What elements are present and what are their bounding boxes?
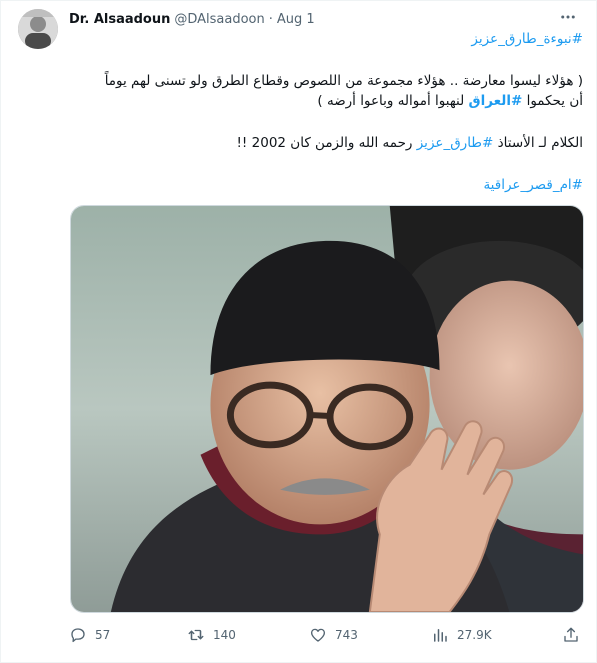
reply-button[interactable]: 57 xyxy=(69,623,110,647)
tweet-photo[interactable] xyxy=(70,205,584,613)
hashtag-link[interactable]: #نبوءة_طارق_عزيز xyxy=(471,31,583,47)
tweet-date[interactable]: Aug 1 xyxy=(277,12,315,27)
tweet-card: Dr. Alsaadoun @DAlsaadoon · Aug 1 #نبوءة… xyxy=(0,0,597,663)
photo-illustration xyxy=(71,206,583,612)
share-icon xyxy=(564,627,578,642)
more-icon xyxy=(561,15,575,19)
hashtag-link[interactable]: #ام_قصر_عراقية xyxy=(483,177,583,193)
retweet-icon xyxy=(188,629,204,641)
quote-paragraph: ( هؤلاء ليسوا معارضة .. هؤلاء مجموعة من … xyxy=(69,71,583,111)
separator-dot: · xyxy=(268,11,273,27)
attribution-start: الكلام لـ الأستاذ xyxy=(493,135,583,151)
reply-count: 57 xyxy=(95,628,111,642)
tweet-header: Dr. Alsaadoun @DAlsaadoon · Aug 1 xyxy=(69,9,315,29)
hashtag-link[interactable]: #طارق_عزيز xyxy=(417,135,494,151)
heart-icon xyxy=(310,628,326,642)
quote-line-2-end: لنهبوا أمواله وباعوا أرضه ) xyxy=(317,93,469,109)
more-options-button[interactable] xyxy=(556,7,580,27)
like-count: 743 xyxy=(335,628,358,642)
reply-icon xyxy=(71,628,85,643)
attribution-paragraph: الكلام لـ الأستاذ #طارق_عزيز رحمه الله و… xyxy=(69,133,583,153)
avatar[interactable] xyxy=(18,9,58,49)
retweet-count: 140 xyxy=(213,628,236,642)
views-icon xyxy=(434,629,447,642)
quote-line-1: ( هؤلاء ليسوا معارضة .. هؤلاء مجموعة من … xyxy=(104,73,583,89)
action-bar: 57 140 743 27.9K xyxy=(69,623,583,647)
display-name[interactable]: Dr. Alsaadoun xyxy=(69,12,170,27)
hashtag-link[interactable]: #العراق xyxy=(469,93,523,109)
retweet-button[interactable]: 140 xyxy=(187,623,236,647)
views-button[interactable]: 27.9K xyxy=(431,623,492,647)
quote-line-2-start: أن يحكموا xyxy=(522,93,583,109)
tweet-text: #نبوءة_طارق_عزيز ( هؤلاء ليسوا معارضة ..… xyxy=(69,29,583,195)
user-handle[interactable]: @DAlsaadoon xyxy=(174,12,264,27)
like-button[interactable]: 743 xyxy=(309,623,358,647)
views-count: 27.9K xyxy=(457,628,492,642)
attribution-end: رحمه الله والزمن كان 2002 !! xyxy=(236,135,417,151)
share-button[interactable] xyxy=(562,623,580,647)
